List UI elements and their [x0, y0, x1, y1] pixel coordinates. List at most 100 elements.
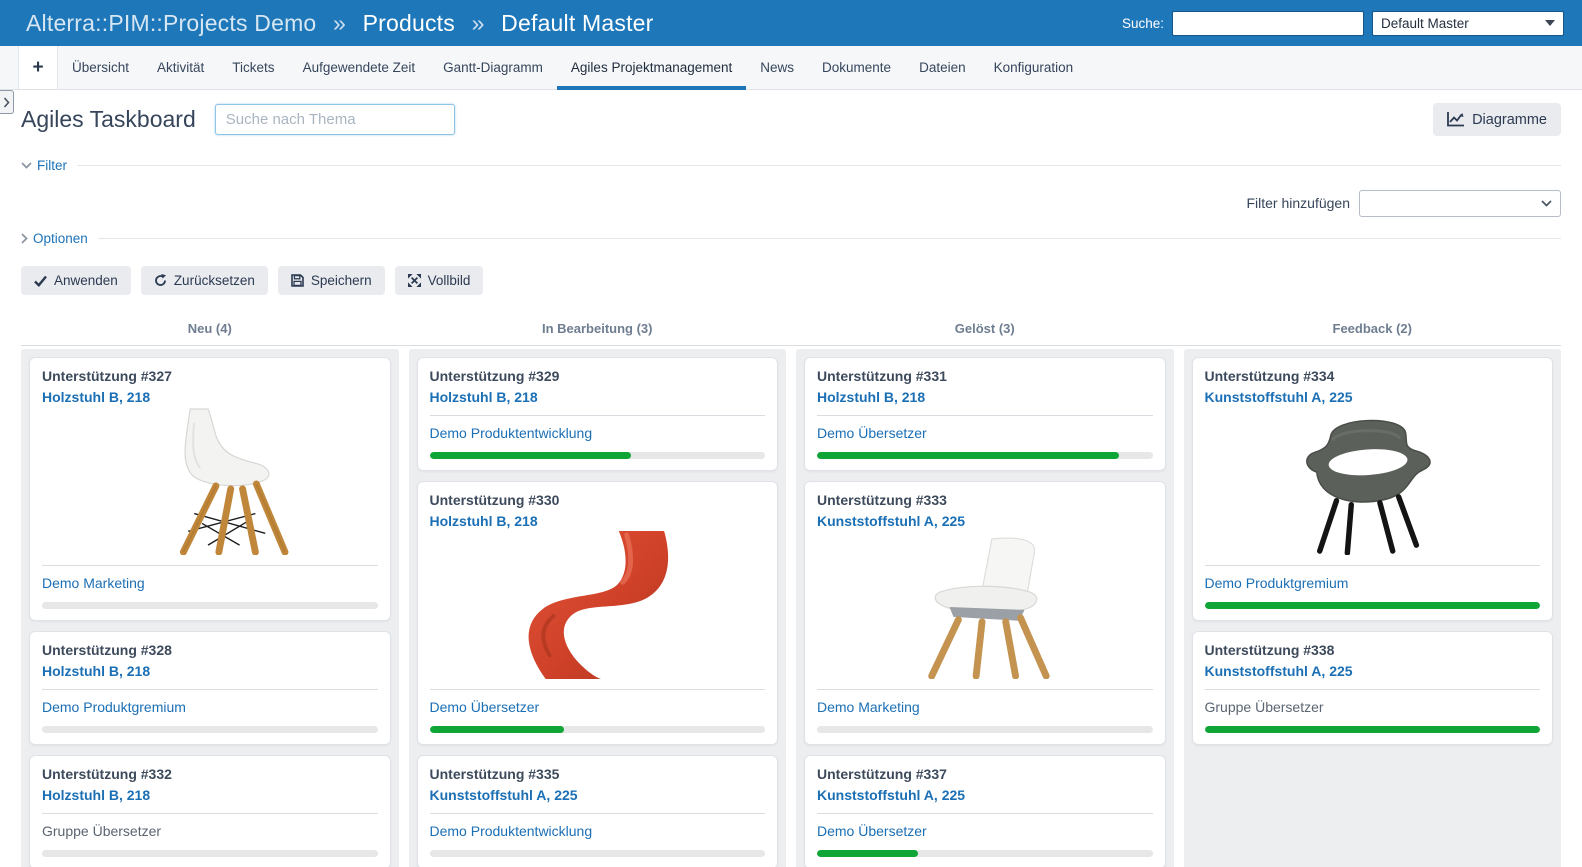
reset-button-label: Zurücksetzen — [173, 273, 255, 288]
save-icon — [291, 274, 304, 287]
divider — [42, 689, 378, 690]
breadcrumb-separator: » — [471, 9, 485, 36]
master-select[interactable]: Default Master — [1372, 10, 1564, 36]
progress-bar — [817, 452, 1153, 459]
caret-down-icon — [1545, 20, 1555, 26]
tab-uebersicht[interactable]: Übersicht — [58, 46, 143, 89]
ticket-subject-link[interactable]: Holzstuhl B, 218 — [42, 663, 378, 679]
task-card[interactable]: Unterstützung #335 Kunststoffstuhl A, 22… — [416, 755, 778, 867]
task-card[interactable]: Unterstützung #337 Kunststoffstuhl A, 22… — [804, 755, 1166, 867]
task-card[interactable]: Unterstützung #330 Holzstuhl B, 218 Demo… — [416, 481, 778, 745]
breadcrumb-section[interactable]: Products — [363, 10, 455, 36]
ticket-title[interactable]: Unterstützung #329 — [430, 368, 766, 384]
topic-search-input[interactable] — [214, 104, 455, 135]
ticket-title[interactable]: Unterstützung #332 — [42, 766, 378, 782]
assignee-link[interactable]: Demo Übersetzer — [817, 823, 1153, 839]
progress-bar — [429, 850, 765, 857]
divider — [429, 415, 765, 416]
options-section-toggle[interactable]: Optionen — [33, 231, 88, 246]
divider — [77, 165, 1561, 166]
ticket-subject-link[interactable]: Kunststoffstuhl A, 225 — [1205, 663, 1541, 679]
task-card[interactable]: Unterstützung #334 Kunststoffstuhl A, 22… — [1191, 357, 1553, 621]
ticket-subject-link[interactable]: Kunststoffstuhl A, 225 — [817, 787, 1153, 803]
breadcrumb-subsection[interactable]: Default Master — [501, 10, 653, 36]
ticket-title[interactable]: Unterstützung #334 — [1205, 368, 1541, 384]
progress-bar — [42, 726, 378, 733]
ticket-subject-link[interactable]: Holzstuhl B, 218 — [430, 389, 766, 405]
ticket-subject-link[interactable]: Holzstuhl B, 218 — [817, 389, 1153, 405]
task-card[interactable]: Unterstützung #332 Holzstuhl B, 218 Grup… — [29, 755, 391, 867]
ticket-title[interactable]: Unterstützung #330 — [430, 492, 766, 508]
divider — [97, 238, 1561, 239]
master-select-value: Default Master — [1381, 15, 1469, 31]
progress-bar — [817, 726, 1153, 733]
tab-tickets[interactable]: Tickets — [218, 46, 288, 89]
board-column-headers: Neu (4) In Bearbeitung (3) Gelöst (3) Fe… — [21, 321, 1561, 345]
divider — [42, 813, 378, 814]
check-icon — [34, 275, 47, 287]
ticket-title[interactable]: Unterstützung #328 — [42, 642, 378, 658]
divider — [817, 813, 1153, 814]
ticket-title[interactable]: Unterstützung #327 — [42, 368, 378, 384]
breadcrumb-separator: » — [333, 9, 347, 36]
ticket-subject-link[interactable]: Holzstuhl B, 218 — [42, 389, 378, 405]
ticket-subject-link[interactable]: Kunststoffstuhl A, 225 — [1205, 389, 1541, 405]
ticket-subject-link[interactable]: Kunststoffstuhl A, 225 — [817, 513, 1153, 529]
ticket-subject-link[interactable]: Kunststoffstuhl A, 225 — [430, 787, 766, 803]
ticket-subject-link[interactable]: Holzstuhl B, 218 — [430, 513, 766, 529]
add-filter-select[interactable] — [1359, 189, 1561, 217]
progress-bar — [429, 452, 765, 459]
ticket-title[interactable]: Unterstützung #331 — [817, 368, 1153, 384]
save-button[interactable]: Speichern — [277, 266, 385, 295]
breadcrumb-app: Alterra::PIM::Projects Demo — [26, 9, 317, 36]
product-image-red-panton-chair — [430, 531, 766, 679]
ticket-title[interactable]: Unterstützung #337 — [817, 766, 1153, 782]
tab-agiles-projektmanagement[interactable]: Agiles Projektmanagement — [556, 46, 747, 90]
tab-aktivitaet[interactable]: Aktivität — [143, 46, 218, 89]
reset-button[interactable]: Zurücksetzen — [140, 266, 268, 295]
page-title: Agiles Taskboard — [21, 106, 196, 132]
ticket-title[interactable]: Unterstützung #338 — [1205, 642, 1541, 658]
assignee-link[interactable]: Demo Marketing — [42, 575, 378, 591]
assignee-link[interactable]: Demo Übersetzer — [817, 425, 1153, 441]
task-card[interactable]: Unterstützung #338 Kunststoffstuhl A, 22… — [1191, 631, 1553, 745]
fullscreen-button[interactable]: Vollbild — [394, 266, 484, 295]
apply-button-label: Anwenden — [54, 273, 118, 288]
assignee-link[interactable]: Demo Marketing — [817, 699, 1153, 715]
fullscreen-button-label: Vollbild — [427, 273, 471, 288]
filter-section-toggle[interactable]: Filter — [37, 158, 67, 173]
assignee-link[interactable]: Demo Produktentwicklung — [430, 425, 766, 441]
ticket-title[interactable]: Unterstützung #333 — [817, 492, 1153, 508]
assignee-link[interactable]: Demo Übersetzer — [430, 699, 766, 715]
divider — [1204, 565, 1540, 566]
assignee-link[interactable]: Demo Produktentwicklung — [430, 823, 766, 839]
diagrams-button[interactable]: Diagramme — [1433, 103, 1561, 136]
tab-news[interactable]: News — [746, 46, 808, 89]
apply-button[interactable]: Anwenden — [21, 266, 131, 295]
tab-aufgewendete-zeit[interactable]: Aufgewendete Zeit — [289, 46, 430, 89]
tab-dateien[interactable]: Dateien — [905, 46, 980, 89]
task-card[interactable]: Unterstützung #327 Holzstuhl B, 218 Demo… — [29, 357, 391, 621]
add-tab-button[interactable]: + — [18, 46, 58, 89]
plus-icon: + — [32, 56, 44, 78]
chevron-right-icon — [21, 233, 28, 244]
assignee-link[interactable]: Demo Produktgremium — [42, 699, 378, 715]
ticket-subject-link[interactable]: Holzstuhl B, 218 — [42, 787, 378, 803]
tab-gantt-diagramm[interactable]: Gantt-Diagramm — [429, 46, 557, 89]
fullscreen-icon — [407, 274, 421, 287]
tab-dokumente[interactable]: Dokumente — [808, 46, 905, 89]
task-card[interactable]: Unterstützung #328 Holzstuhl B, 218 Demo… — [29, 631, 391, 745]
assignee-link[interactable]: Demo Produktgremium — [1205, 575, 1541, 591]
divider — [429, 813, 765, 814]
tab-konfiguration[interactable]: Konfiguration — [980, 46, 1088, 89]
progress-bar — [42, 850, 378, 857]
sidebar-expand-toggle[interactable] — [0, 90, 14, 114]
product-image-grey-organic-armchair — [1205, 407, 1541, 555]
global-search-input[interactable] — [1172, 10, 1364, 36]
ticket-title[interactable]: Unterstützung #335 — [430, 766, 766, 782]
taskboard: Unterstützung #327 Holzstuhl B, 218 Demo… — [21, 349, 1561, 867]
task-card[interactable]: Unterstützung #329 Holzstuhl B, 218 Demo… — [416, 357, 778, 471]
task-card[interactable]: Unterstützung #331 Holzstuhl B, 218 Demo… — [804, 357, 1166, 471]
task-card[interactable]: Unterstützung #333 Kunststoffstuhl A, 22… — [804, 481, 1166, 745]
divider — [21, 345, 1561, 346]
